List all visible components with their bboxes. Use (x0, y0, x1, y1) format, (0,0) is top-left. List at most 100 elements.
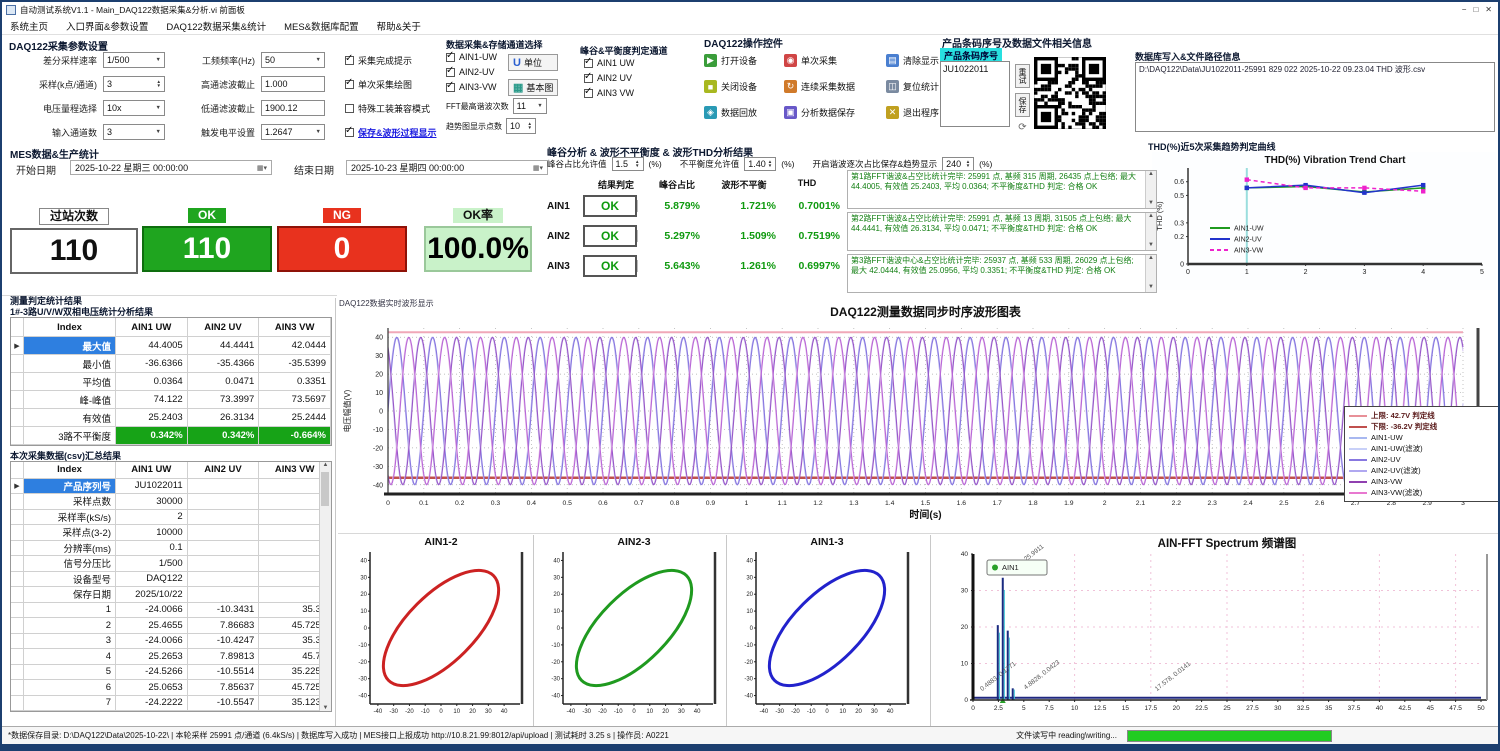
table-row[interactable]: 有效值25.240326.313425.2444 (11, 409, 331, 427)
row-label: 采样点数 (24, 494, 116, 509)
checkbox-icon[interactable] (446, 53, 455, 62)
checkbox-icon[interactable] (345, 104, 354, 113)
analysis-log-1[interactable]: 第1路FFT谐波&占空比统计完毕: 25991 点, 基频 315 周期, 26… (847, 170, 1157, 209)
thd-value: 5.297% (637, 230, 706, 242)
counter-value: 0 (277, 226, 407, 272)
single-capture-button[interactable]: ◉单次采集 (784, 54, 884, 67)
analysis-log-2[interactable]: 第2路FFT谐波&占空比统计完毕: 25991 点, 基频 13 周期, 315… (847, 212, 1157, 251)
checkbox-icon[interactable] (345, 56, 354, 65)
legend-swatch (1349, 426, 1367, 428)
thd-control-spinner[interactable]: 1.5▲▼ (612, 157, 644, 171)
replay-button[interactable]: ◈数据回放 (704, 106, 782, 119)
csv-summary-table: IndexAIN1 UWAIN2 UVAIN3 VW▶产品序列号JU102201… (10, 461, 332, 712)
table-row[interactable]: 分辨率(ms)0.1 (11, 541, 331, 557)
table-row[interactable]: 625.06537.8563745.7252 (11, 680, 331, 696)
thd-control-spinner[interactable]: 1.40▲▼ (744, 157, 776, 171)
table-row[interactable]: 采样点(3-2)10000 (11, 525, 331, 541)
window-control-1[interactable]: □ (1473, 5, 1478, 14)
scrollbar[interactable]: ▲▼ (1145, 255, 1156, 292)
table-row[interactable]: 5-24.5266-10.551435.2257 (11, 665, 331, 681)
param-control-input[interactable]: 1.000 (261, 76, 325, 92)
table-row[interactable]: 3路不平衡度0.342%0.342%-0.664% (11, 427, 331, 445)
thd-table-row[interactable]: AIN1OK5.879%1.721%0.7001% (547, 195, 847, 217)
param-control-select[interactable]: 50▼ (261, 52, 325, 68)
start-date-picker[interactable]: 2025-10-22 星期三 00:00:00▦▾ (70, 160, 272, 175)
table-row[interactable]: 保存日期2025/10/22 (11, 587, 331, 603)
chart-button[interactable]: ▦基本图 (508, 79, 558, 96)
table-row[interactable]: 7-24.2222-10.554735.1233 (11, 696, 331, 712)
checkbox-icon[interactable] (584, 89, 593, 98)
table-header-row: IndexAIN1 UWAIN2 UVAIN3 VW (11, 318, 331, 337)
svg-text:DAQ122测量数据同步时序波形图表: DAQ122测量数据同步时序波形图表 (830, 304, 1022, 319)
divider (2, 295, 337, 296)
menu-item-2[interactable]: DAQ122数据采集&统计 (166, 19, 266, 33)
scrollbar[interactable]: ▲▼ (1145, 171, 1156, 208)
checkbox-icon[interactable] (345, 80, 354, 89)
table-row[interactable]: 峰-峰值74.12273.399773.5697 (11, 391, 331, 409)
unit-button[interactable]: U单位 (508, 54, 558, 71)
param-control-input[interactable]: 1900.12 (261, 100, 325, 116)
table-row[interactable]: 225.46557.8668345.7252 (11, 618, 331, 634)
table-row[interactable]: 平均值0.03640.04710.3351 (11, 373, 331, 391)
legend-label: 上限: 42.7V 判定线 (1371, 410, 1435, 421)
scrollbar[interactable]: ▲▼ (319, 462, 331, 711)
table-row[interactable]: 最小值-36.6366-35.4366-35.5399 (11, 355, 331, 373)
legend-swatch (1349, 415, 1367, 417)
thd-value: 1.509% (706, 230, 782, 242)
analysis-log-3[interactable]: 第3路FFT谐波中心&占空比统计完毕: 25937 点, 基频 533 周期, … (847, 254, 1157, 293)
checkbox-icon[interactable] (345, 128, 354, 137)
save-button[interactable]: 保存 (1015, 93, 1030, 117)
table-row[interactable]: 1-24.0066-10.343135.35 (11, 603, 331, 619)
table-row[interactable]: 425.26537.8981345.75 (11, 649, 331, 665)
checkbox-icon[interactable] (584, 59, 593, 68)
close-device-button[interactable]: ■关闭设备 (704, 80, 782, 93)
scroll-thumb[interactable] (321, 472, 329, 506)
param-control-select[interactable]: 1.2647▼ (261, 124, 325, 140)
menu-item-3[interactable]: MES&数据库配置 (284, 19, 358, 33)
table-row[interactable]: 3-24.0066-10.424735.35 (11, 634, 331, 650)
fft-order-select[interactable]: 11▼ (513, 98, 547, 114)
param-control-spin[interactable]: 3▲▼ (103, 76, 165, 92)
checkbox-icon[interactable] (446, 83, 455, 92)
row-marker (11, 603, 24, 618)
table-row[interactable]: ▶最大值44.400544.444142.0444 (11, 337, 331, 355)
svg-text:-30: -30 (389, 709, 398, 715)
checkbox-label[interactable]: 保存&波形过程显示 (358, 126, 437, 139)
retry-button[interactable]: 重试 (1015, 64, 1030, 88)
trend-points-spinner[interactable]: 10▲▼ (506, 118, 536, 134)
checkbox-icon[interactable] (446, 68, 455, 77)
menu-item-4[interactable]: 帮助&关于 (377, 19, 421, 33)
param-control-select[interactable]: 3▼ (103, 124, 165, 140)
thd-control-spinner[interactable]: 240▲▼ (942, 157, 974, 171)
scrollbar[interactable]: ▲▼ (1145, 213, 1156, 250)
end-date-picker[interactable]: 2025-10-23 星期四 00:00:00▦▾ (346, 160, 548, 175)
file-path-box[interactable]: D:\DAQ122\Data\JU1022011-25991 829 022 2… (1135, 62, 1495, 132)
svg-text:-10: -10 (551, 643, 560, 649)
menu-item-0[interactable]: 系统主页 (10, 19, 48, 33)
menu-item-1[interactable]: 入口界面&参数设置 (66, 19, 148, 33)
thd-trend-chart: THD(%) Vibration Trend Chart00.20.30.50.… (1152, 152, 1496, 290)
refresh-icon[interactable]: ⟳ (1018, 122, 1026, 133)
window-control-2[interactable]: ✕ (1485, 5, 1492, 14)
thd-value: 5.643% (637, 260, 706, 272)
cell-value: DAQ122 (116, 572, 188, 587)
channel-label: AIN2 UV (597, 73, 632, 83)
table-row[interactable]: 采样率(kS/s)2 (11, 510, 331, 526)
window-control-0[interactable]: − (1462, 5, 1467, 14)
table-row[interactable]: 设备型号DAQ122 (11, 572, 331, 588)
table-row[interactable]: ▶产品序列号JU1022011 (11, 479, 331, 495)
open-device-button[interactable]: ▶打开设备 (704, 54, 782, 67)
thd-table-row[interactable]: AIN2OK5.297%1.509%0.7519% (547, 225, 847, 247)
svg-text:0: 0 (364, 626, 368, 632)
checkbox-icon[interactable] (584, 74, 593, 83)
table-row[interactable]: 采样点数30000 (11, 494, 331, 510)
continuous-capture-button[interactable]: ↻连续采集数据 (784, 80, 884, 93)
serial-input[interactable]: JU1022011 (940, 61, 1010, 127)
thd-table-row[interactable]: AIN3OK5.643%1.261%0.6997% (547, 255, 847, 277)
param-control-select[interactable]: 1/500▼ (103, 52, 165, 68)
svg-text:AIN-FFT Spectrum 频谱图: AIN-FFT Spectrum 频谱图 (1158, 536, 1297, 550)
param-control-select[interactable]: 10x▼ (103, 100, 165, 116)
table-row[interactable]: 信号分压比1/500 (11, 556, 331, 572)
svg-text:0: 0 (439, 709, 443, 715)
save-analysis-button[interactable]: ▣分析数据保存 (784, 106, 884, 119)
